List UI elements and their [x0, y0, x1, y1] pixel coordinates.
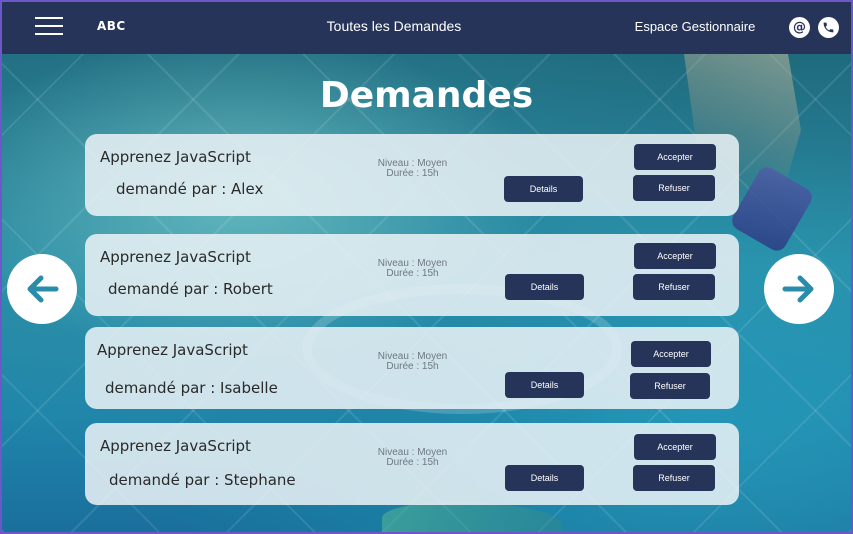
course-duration: Durée : 15h — [386, 361, 439, 372]
accept-button[interactable]: Accepter — [634, 434, 716, 460]
arrow-left-icon — [27, 275, 59, 303]
request-card: Apprenez JavaScript demandé par : Stepha… — [85, 423, 739, 505]
requested-by: demandé par : Robert — [108, 280, 273, 298]
refuse-button[interactable]: Refuser — [633, 175, 715, 201]
phone-icon[interactable] — [818, 17, 839, 38]
accept-button[interactable]: Accepter — [634, 243, 716, 269]
course-duration: Durée : 15h — [386, 457, 439, 468]
accept-button[interactable]: Accepter — [634, 144, 716, 170]
course-duration: Durée : 15h — [386, 268, 439, 279]
course-title: Apprenez JavaScript — [100, 437, 251, 455]
details-button[interactable]: Details — [504, 176, 583, 202]
arrow-right-icon — [782, 275, 814, 303]
course-title: Apprenez JavaScript — [100, 148, 251, 166]
details-button[interactable]: Details — [505, 465, 584, 491]
page-title: Demandes — [319, 75, 534, 116]
logo[interactable]: ABC — [97, 19, 126, 33]
refuse-button[interactable]: Refuser — [630, 373, 710, 399]
menu-icon[interactable] — [35, 16, 63, 36]
plastic-decoration — [382, 502, 562, 532]
request-card: Apprenez JavaScript demandé par : Alex N… — [85, 134, 739, 216]
accept-button[interactable]: Accepter — [631, 341, 711, 367]
course-duration: Durée : 15h — [386, 168, 439, 179]
next-button[interactable] — [764, 254, 834, 324]
course-title: Apprenez JavaScript — [100, 248, 251, 266]
espace-gestionnaire-link[interactable]: Espace Gestionnaire — [622, 19, 768, 34]
requested-by: demandé par : Isabelle — [105, 379, 278, 397]
course-meta: Niveau : Moyen Durée : 15h — [365, 352, 460, 372]
details-button[interactable]: Details — [505, 372, 584, 398]
requested-by: demandé par : Alex — [116, 180, 264, 198]
at-icon[interactable]: @ — [789, 17, 810, 38]
app-frame: ABC Toutes les Demandes Espace Gestionna… — [0, 0, 853, 534]
course-title: Apprenez JavaScript — [97, 341, 248, 359]
refuse-button[interactable]: Refuser — [633, 274, 715, 300]
top-navbar: ABC Toutes les Demandes Espace Gestionna… — [2, 2, 851, 54]
request-card: Apprenez JavaScript demandé par : Isabel… — [85, 327, 739, 409]
course-meta: Niveau : Moyen Durée : 15h — [365, 159, 460, 179]
details-button[interactable]: Details — [505, 274, 584, 300]
request-card: Apprenez JavaScript demandé par : Robert… — [85, 234, 739, 316]
requested-by: demandé par : Stephane — [109, 471, 296, 489]
previous-button[interactable] — [7, 254, 77, 324]
refuse-button[interactable]: Refuser — [633, 465, 715, 491]
course-meta: Niveau : Moyen Durée : 15h — [365, 259, 460, 279]
header-title[interactable]: Toutes les Demandes — [294, 18, 494, 34]
course-meta: Niveau : Moyen Durée : 15h — [365, 448, 460, 468]
